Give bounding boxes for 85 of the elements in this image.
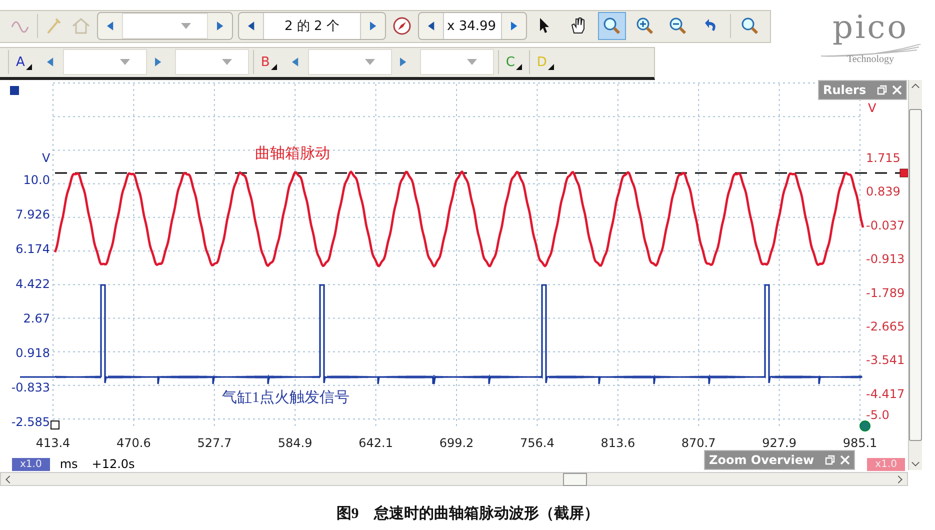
panel-title: Rulers — [823, 83, 866, 97]
axis-tick: 927.9 — [762, 436, 796, 450]
left-triangle-icon — [428, 21, 434, 32]
waveform-label: 曲轴箱脉动 — [255, 146, 330, 162]
axis-tick: -0.833 — [11, 380, 50, 395]
close-icon[interactable] — [840, 455, 850, 465]
scale-badge: x1.0 — [867, 458, 905, 470]
axis-tick: 7.926 — [16, 208, 50, 222]
logo-subtitle: Technology — [846, 54, 894, 65]
scroll-down-icon[interactable] — [911, 461, 920, 467]
channel-button[interactable]: A — [13, 54, 35, 70]
restore-icon[interactable] — [877, 85, 888, 95]
dropdown[interactable] — [122, 13, 208, 40]
corner-triangle-icon — [516, 64, 522, 70]
corner-triangle-icon — [270, 64, 277, 70]
scale-badge: x1.0 — [12, 458, 50, 470]
selector-control[interactable] — [97, 12, 233, 40]
scroll-thumb[interactable] — [909, 109, 922, 441]
axis-tick: 756.4 — [520, 436, 554, 450]
waveform-label: 气缸1点火触发信号 — [222, 390, 350, 406]
compass-icon[interactable] — [391, 15, 413, 38]
right-triangle-icon — [370, 21, 376, 32]
left-triangle-icon — [106, 21, 114, 32]
channel-marker — [10, 86, 19, 95]
logo-wordmark: pico — [832, 10, 908, 44]
zoom-field[interactable]: x 34.99 — [443, 13, 502, 40]
vertical-scrollbar[interactable] — [908, 80, 922, 470]
axis-tick: 0.839 — [866, 184, 900, 199]
axis-tick: 527.7 — [197, 436, 232, 450]
horizontal-scrollbar[interactable] — [0, 472, 908, 486]
scroll-right-icon[interactable] — [897, 474, 903, 484]
axis-tick: 6.174 — [16, 242, 50, 256]
time-offset: +12.0s — [92, 457, 135, 471]
panel-title: Zoom Overview — [709, 453, 814, 467]
corner-triangle-icon — [26, 64, 32, 70]
axis-tick: -0.913 — [866, 252, 905, 266]
ruler-handle[interactable] — [860, 420, 870, 432]
axis-tick: 0.918 — [16, 346, 50, 360]
scroll-up-icon[interactable] — [911, 83, 920, 89]
axis-tick: 813.6 — [600, 436, 636, 450]
left-triangle-icon — [248, 21, 254, 32]
page-selector[interactable]: 2 的 2 个 — [238, 12, 386, 40]
axis-tick: -1.789 — [866, 286, 905, 300]
caret-icon — [222, 59, 232, 66]
axis-tick: 870.7 — [681, 436, 716, 450]
axis-tick: -0.037 — [866, 218, 905, 232]
left-triangle-icon — [292, 57, 300, 68]
left-triangle-icon — [47, 57, 54, 68]
right-triangle-icon — [400, 57, 408, 68]
right-triangle-icon — [510, 21, 518, 32]
axis-tick: 642.1 — [358, 436, 393, 450]
zoom-selector[interactable]: x 34.99 — [418, 12, 527, 40]
axis-tick: 699.2 — [439, 436, 474, 450]
channel-button[interactable]: B — [258, 54, 280, 70]
axis-unit: V — [42, 151, 50, 165]
scroll-thumb[interactable] — [563, 472, 587, 486]
unit-label: ms — [60, 457, 78, 471]
caret-icon — [181, 23, 191, 30]
axis-tick: 10.0 — [23, 173, 50, 187]
caret-icon — [466, 59, 477, 66]
axis-tick: -5.0 — [866, 408, 890, 422]
restore-icon[interactable] — [825, 455, 836, 465]
ruler-handle[interactable] — [50, 420, 60, 430]
axis-tick: 1.715 — [866, 151, 900, 165]
axis-tick: 413.4 — [36, 436, 70, 450]
axis-tick: 985.1 — [842, 436, 878, 450]
axis-tick: 584.9 — [278, 436, 312, 450]
figure-caption: 图9 怠速时的曲轴箱脉动波形（截屏） — [335, 504, 600, 523]
axis-unit: V — [868, 101, 876, 115]
scroll-left-icon[interactable] — [5, 474, 11, 484]
axis-tick: -3.541 — [866, 353, 905, 368]
axis-tick: -4.417 — [866, 386, 905, 401]
close-icon[interactable] — [892, 85, 902, 95]
right-triangle-icon — [216, 21, 224, 32]
axis-tick: 470.6 — [116, 436, 151, 450]
axis-tick: -2.665 — [866, 320, 905, 334]
axis-tick: -2.585 — [11, 415, 50, 430]
axis-tick: 4.422 — [16, 276, 50, 291]
caret-icon — [364, 59, 375, 66]
axis-tick: 2.67 — [23, 311, 50, 326]
magnifier-icon[interactable] — [598, 12, 626, 40]
caret-icon — [120, 59, 130, 66]
right-triangle-icon — [155, 57, 162, 68]
page-field[interactable]: 2 的 2 个 — [263, 13, 361, 40]
corner-triangle-icon — [548, 64, 554, 70]
